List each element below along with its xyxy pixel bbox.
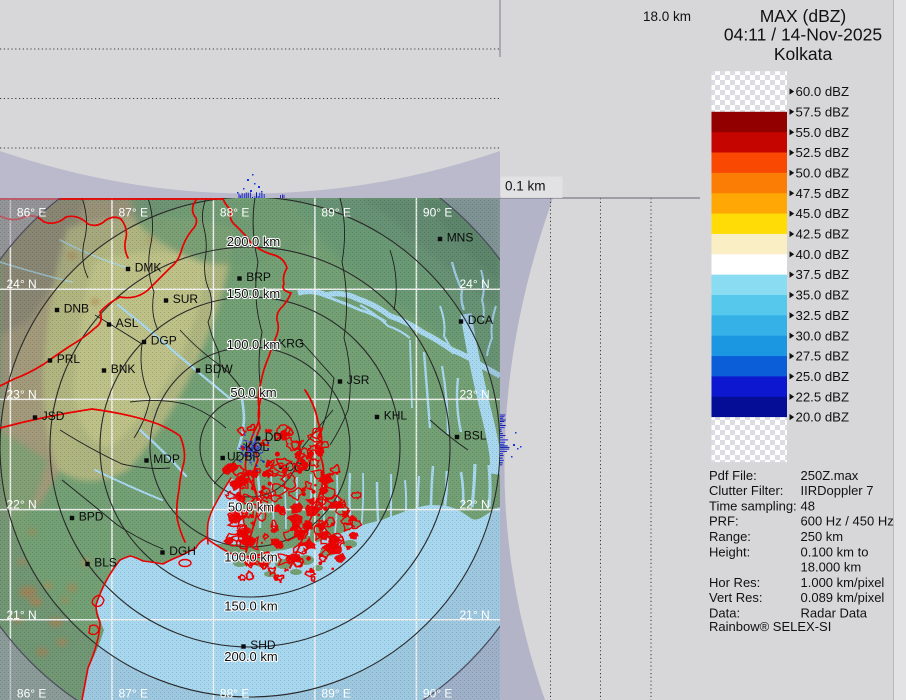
svg-text:PRL: PRL <box>57 352 81 366</box>
svg-text:48: 48 <box>801 498 815 513</box>
svg-text:87° E: 87° E <box>119 686 148 700</box>
svg-text:KRG: KRG <box>278 337 304 351</box>
svg-text:24° N: 24° N <box>7 277 37 291</box>
svg-text:86° E: 86° E <box>17 686 46 700</box>
svg-text:0.089 km/pixel: 0.089 km/pixel <box>801 590 885 605</box>
svg-text:200.0 km: 200.0 km <box>227 234 280 249</box>
svg-text:IIRDoppler 7: IIRDoppler 7 <box>801 483 874 498</box>
svg-text:250Z.max: 250Z.max <box>801 468 859 483</box>
svg-text:Rainbow® SELEX-SI: Rainbow® SELEX-SI <box>709 619 831 634</box>
svg-text:100.0 km: 100.0 km <box>227 337 280 352</box>
svg-text:50.0 km: 50.0 km <box>230 385 276 400</box>
svg-text:40.0 dBZ: 40.0 dBZ <box>796 247 850 262</box>
svg-text:24° N: 24° N <box>460 277 490 291</box>
svg-text:55.0 dBZ: 55.0 dBZ <box>796 125 850 140</box>
svg-text:45.0 dBZ: 45.0 dBZ <box>796 206 850 221</box>
svg-text:Kolkata: Kolkata <box>774 44 833 64</box>
svg-text:0.100 km to: 0.100 km to <box>801 544 869 559</box>
svg-text:89° E: 89° E <box>321 206 350 220</box>
svg-text:18.000 km: 18.000 km <box>801 560 862 575</box>
svg-text:MNS: MNS <box>447 231 474 245</box>
svg-text:Range:: Range: <box>709 529 751 544</box>
svg-text:50.0 km: 50.0 km <box>228 500 274 515</box>
svg-text:SUR: SUR <box>173 292 199 306</box>
svg-text:42.5 dBZ: 42.5 dBZ <box>796 227 850 242</box>
svg-text:JSD: JSD <box>42 409 65 423</box>
svg-text:18.0 km: 18.0 km <box>643 9 691 24</box>
svg-text:BSL: BSL <box>464 429 487 443</box>
svg-text:150.0 km: 150.0 km <box>224 599 277 614</box>
svg-text:23° N: 23° N <box>7 387 37 401</box>
svg-text:PRF:: PRF: <box>709 514 739 529</box>
svg-text:35.0 dBZ: 35.0 dBZ <box>796 288 850 303</box>
svg-text:90° E: 90° E <box>423 686 452 700</box>
svg-text:BRP: BRP <box>246 270 271 284</box>
svg-text:0.1 km: 0.1 km <box>505 179 546 194</box>
svg-text:88° E: 88° E <box>220 686 249 700</box>
svg-text:50.0 dBZ: 50.0 dBZ <box>796 166 850 181</box>
svg-text:DGP: DGP <box>151 334 177 348</box>
svg-text:200.0 km: 200.0 km <box>224 649 277 664</box>
svg-text:25.0 dBZ: 25.0 dBZ <box>796 369 850 384</box>
svg-text:DGH: DGH <box>169 544 196 558</box>
svg-text:89° E: 89° E <box>321 686 350 700</box>
svg-text:BPD: BPD <box>79 510 104 524</box>
svg-text:21° N: 21° N <box>7 608 37 622</box>
svg-text:90° E: 90° E <box>423 206 452 220</box>
svg-text:DCA: DCA <box>468 313 493 327</box>
svg-text:23° N: 23° N <box>460 387 490 401</box>
svg-text:27.5 dBZ: 27.5 dBZ <box>796 349 850 364</box>
svg-text:22° N: 22° N <box>7 498 37 512</box>
svg-text:86° E: 86° E <box>17 206 46 220</box>
svg-text:600 Hz / 450 Hz: 600 Hz / 450 Hz <box>801 514 894 529</box>
svg-text:Pdf File:: Pdf File: <box>709 468 757 483</box>
svg-text:52.5 dBZ: 52.5 dBZ <box>796 145 850 160</box>
svg-text:MDP: MDP <box>153 452 180 466</box>
svg-text:21° N: 21° N <box>460 608 490 622</box>
svg-text:UDBP: UDBP <box>227 450 260 464</box>
svg-text:DNB: DNB <box>64 302 89 316</box>
svg-text:100.0 km: 100.0 km <box>224 550 277 565</box>
svg-text:DMK: DMK <box>135 261 162 275</box>
svg-text:MAX (dBZ): MAX (dBZ) <box>760 6 847 26</box>
svg-text:Time sampling:: Time sampling: <box>709 498 797 513</box>
svg-text:20.0 dBZ: 20.0 dBZ <box>796 410 850 425</box>
svg-text:BDW: BDW <box>205 362 234 376</box>
svg-text:22.5 dBZ: 22.5 dBZ <box>796 389 850 404</box>
svg-text:Vert Res:: Vert Res: <box>709 590 762 605</box>
svg-text:32.5 dBZ: 32.5 dBZ <box>796 308 850 323</box>
svg-text:1.000 km/pixel: 1.000 km/pixel <box>801 575 885 590</box>
svg-text:150.0 km: 150.0 km <box>227 286 280 301</box>
svg-text:04:11 / 14-Nov-2025: 04:11 / 14-Nov-2025 <box>724 25 882 45</box>
svg-text:ASL: ASL <box>116 316 139 330</box>
svg-text:47.5 dBZ: 47.5 dBZ <box>796 186 850 201</box>
svg-text:Hor Res:: Hor Res: <box>709 575 760 590</box>
svg-text:BLS: BLS <box>94 556 117 570</box>
svg-text:Height:: Height: <box>709 544 750 559</box>
svg-text:KHL: KHL <box>384 409 408 423</box>
svg-text:JSR: JSR <box>347 373 370 387</box>
svg-text:37.5 dBZ: 37.5 dBZ <box>796 267 850 282</box>
svg-text:250 km: 250 km <box>801 529 844 544</box>
svg-text:Clutter Filter:: Clutter Filter: <box>709 483 783 498</box>
svg-text:22° N: 22° N <box>460 498 490 512</box>
svg-text:BNK: BNK <box>111 362 136 376</box>
svg-text:88° E: 88° E <box>220 206 249 220</box>
svg-text:57.5 dBZ: 57.5 dBZ <box>796 104 850 119</box>
svg-text:30.0 dBZ: 30.0 dBZ <box>796 328 850 343</box>
svg-text:87° E: 87° E <box>119 206 148 220</box>
svg-text:60.0 dBZ: 60.0 dBZ <box>796 84 850 99</box>
